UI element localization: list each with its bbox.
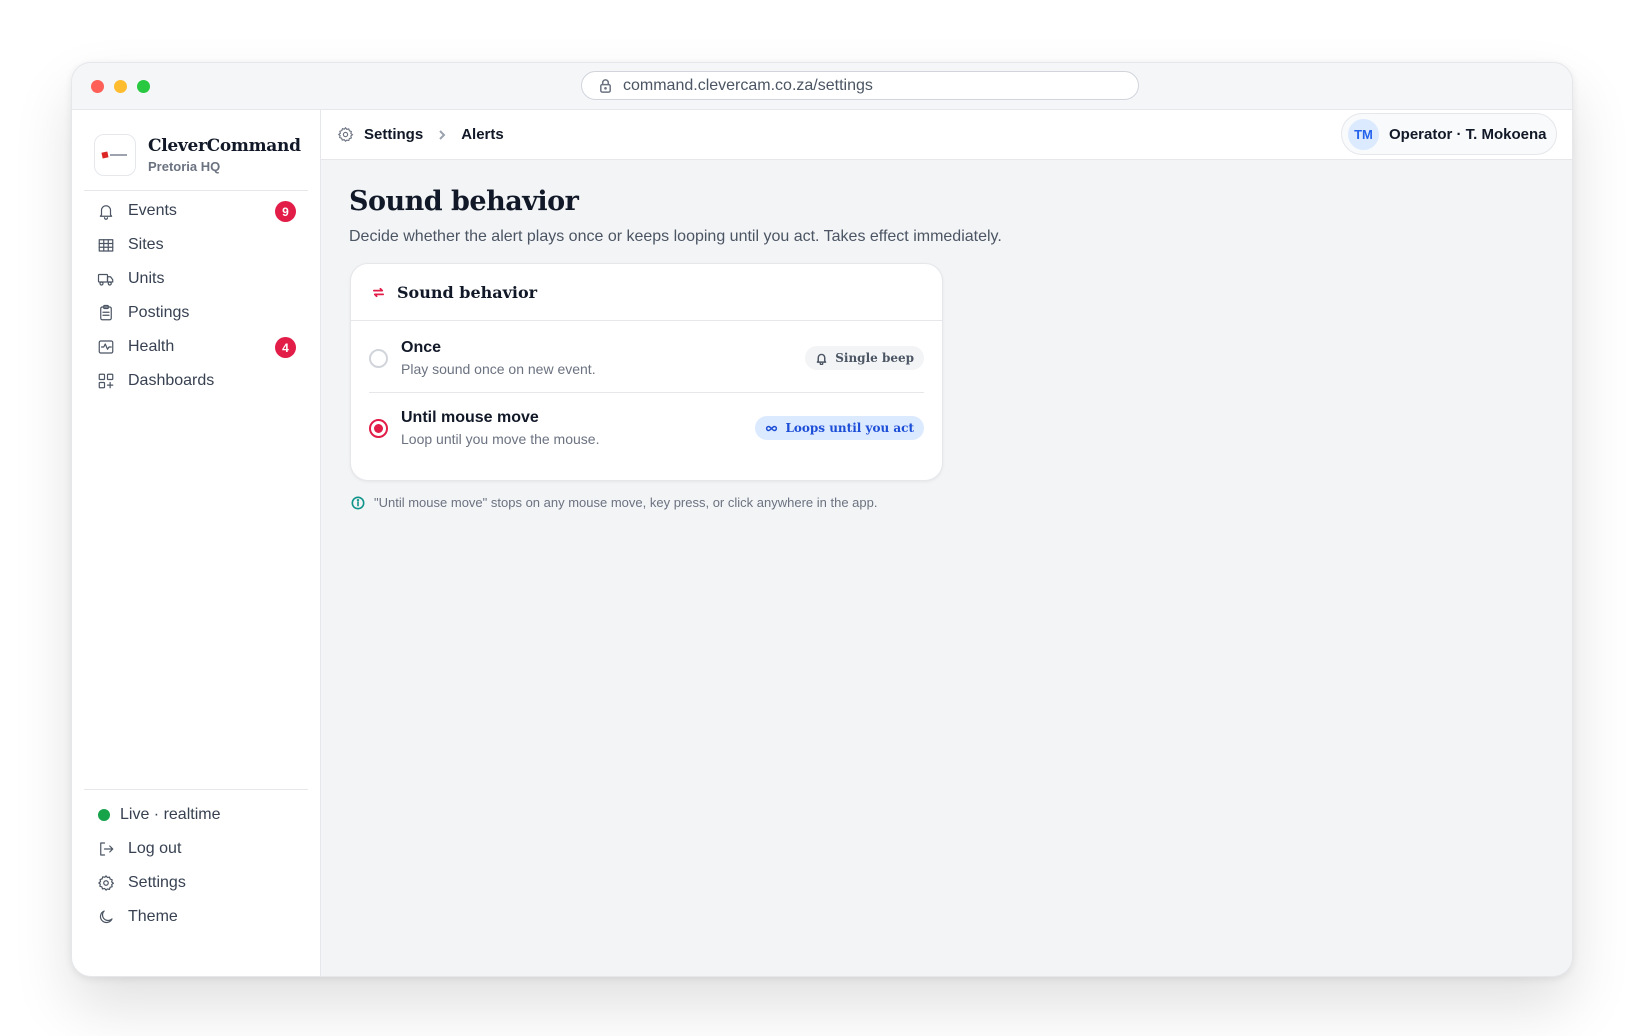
sidebar-item-label: Health <box>128 338 175 355</box>
sidebar: CleverCommand Pretoria HQ Events 9 Sites… <box>72 110 321 976</box>
theme-label: Theme <box>128 908 178 925</box>
repeat-icon <box>371 285 386 300</box>
gear-icon <box>337 126 354 143</box>
browser-titlebar: command.clevercam.co.za/settings <box>72 63 1572 110</box>
single-beep-tag: Single beep <box>805 346 924 370</box>
user-name: Operator · T. Mokoena <box>1389 125 1547 143</box>
sidebar-item-postings[interactable]: Postings <box>84 296 308 330</box>
brand-logo <box>94 134 136 176</box>
moon-icon <box>96 907 116 927</box>
brand-location: Pretoria HQ <box>148 159 221 174</box>
radio-until-mouse-move[interactable] <box>369 418 388 438</box>
loops-tag: Loops until you act <box>755 416 924 440</box>
live-status-dot <box>98 809 110 821</box>
option-until-mouse-move[interactable]: Until mouse move Loop until you move the… <box>369 394 924 462</box>
sidebar-item-label: Settings <box>128 874 186 891</box>
sidebar-item-label: Dashboards <box>128 372 215 389</box>
sidebar-item-label: Postings <box>128 304 190 321</box>
sound-behavior-card: Sound behavior Once Play sound once on n… <box>350 263 943 481</box>
page-title: Sound behavior <box>349 186 579 217</box>
logout-button[interactable]: Log out <box>84 832 308 866</box>
sidebar-item-label: Events <box>128 202 177 219</box>
hint-note: "Until mouse move" stops on any mouse mo… <box>351 495 877 510</box>
breadcrumb-alerts: Alerts <box>461 126 504 143</box>
option-description: Loop until you move the mouse. <box>401 431 600 447</box>
close-window-button[interactable] <box>91 80 104 93</box>
sidebar-footer: Live · realtime Log out Settings Theme <box>84 798 308 934</box>
maximize-window-button[interactable] <box>137 80 150 93</box>
app-window: command.clevercam.co.za/settings CleverC… <box>71 62 1573 977</box>
brand[interactable]: CleverCommand Pretoria HQ <box>94 129 308 181</box>
url-text: command.clevercam.co.za/settings <box>623 76 873 94</box>
sidebar-footer-divider <box>84 789 308 790</box>
hint-text: "Until mouse move" stops on any mouse mo… <box>374 495 878 510</box>
tag-label: Single beep <box>835 351 914 365</box>
sidebar-item-dashboards[interactable]: Dashboards <box>84 364 308 398</box>
logout-label: Log out <box>128 840 182 857</box>
brand-name: CleverCommand <box>148 136 301 156</box>
bell-icon <box>816 353 827 365</box>
lock-icon <box>600 79 611 93</box>
live-status: Live · realtime <box>84 798 308 832</box>
option-label: Once <box>401 339 442 356</box>
option-once[interactable]: Once Play sound once on new event. Singl… <box>369 324 924 393</box>
radio-once[interactable] <box>369 348 388 368</box>
sidebar-nav: Events 9 Sites Units Postings Health 4 D… <box>84 194 308 398</box>
chevron-right-icon <box>437 129 447 140</box>
user-menu[interactable]: TM Operator · T. Mokoena <box>1341 113 1557 155</box>
option-label: Until mouse move <box>401 409 539 426</box>
address-bar[interactable]: command.clevercam.co.za/settings <box>581 71 1139 100</box>
main-content: Sound behavior Decide whether the alert … <box>321 160 1572 976</box>
minimize-window-button[interactable] <box>114 80 127 93</box>
sidebar-item-health[interactable]: Health 4 <box>84 330 308 364</box>
sidebar-item-events[interactable]: Events 9 <box>84 194 308 228</box>
truck-icon <box>96 269 116 289</box>
sidebar-item-label: Sites <box>128 236 164 253</box>
health-count-badge: 4 <box>275 337 296 358</box>
sidebar-divider <box>84 190 308 191</box>
card-header: Sound behavior <box>351 264 942 321</box>
sidebar-item-units[interactable]: Units <box>84 262 308 296</box>
card-title: Sound behavior <box>397 282 538 302</box>
theme-toggle[interactable]: Theme <box>84 900 308 934</box>
infinity-icon <box>766 425 778 431</box>
grid-plus-icon <box>96 371 116 391</box>
sidebar-item-label: Units <box>128 270 165 287</box>
tag-label: Loops until you act <box>785 421 914 435</box>
top-bar: Settings Alerts TM Operator · T. Mokoena <box>321 110 1572 160</box>
building-icon <box>96 235 116 255</box>
avatar: TM <box>1348 118 1379 150</box>
info-icon <box>351 496 365 509</box>
bell-icon <box>96 201 116 221</box>
gear-icon <box>96 873 116 893</box>
clipboard-icon <box>96 303 116 323</box>
activity-icon <box>96 337 116 357</box>
events-count-badge: 9 <box>275 201 296 222</box>
sidebar-item-settings[interactable]: Settings <box>84 866 308 900</box>
breadcrumb-settings[interactable]: Settings <box>364 126 423 143</box>
sidebar-item-sites[interactable]: Sites <box>84 228 308 262</box>
live-status-label: Live · realtime <box>120 806 221 823</box>
logout-icon <box>96 839 116 859</box>
page-description: Decide whether the alert plays once or k… <box>349 228 1002 245</box>
option-description: Play sound once on new event. <box>401 361 596 377</box>
